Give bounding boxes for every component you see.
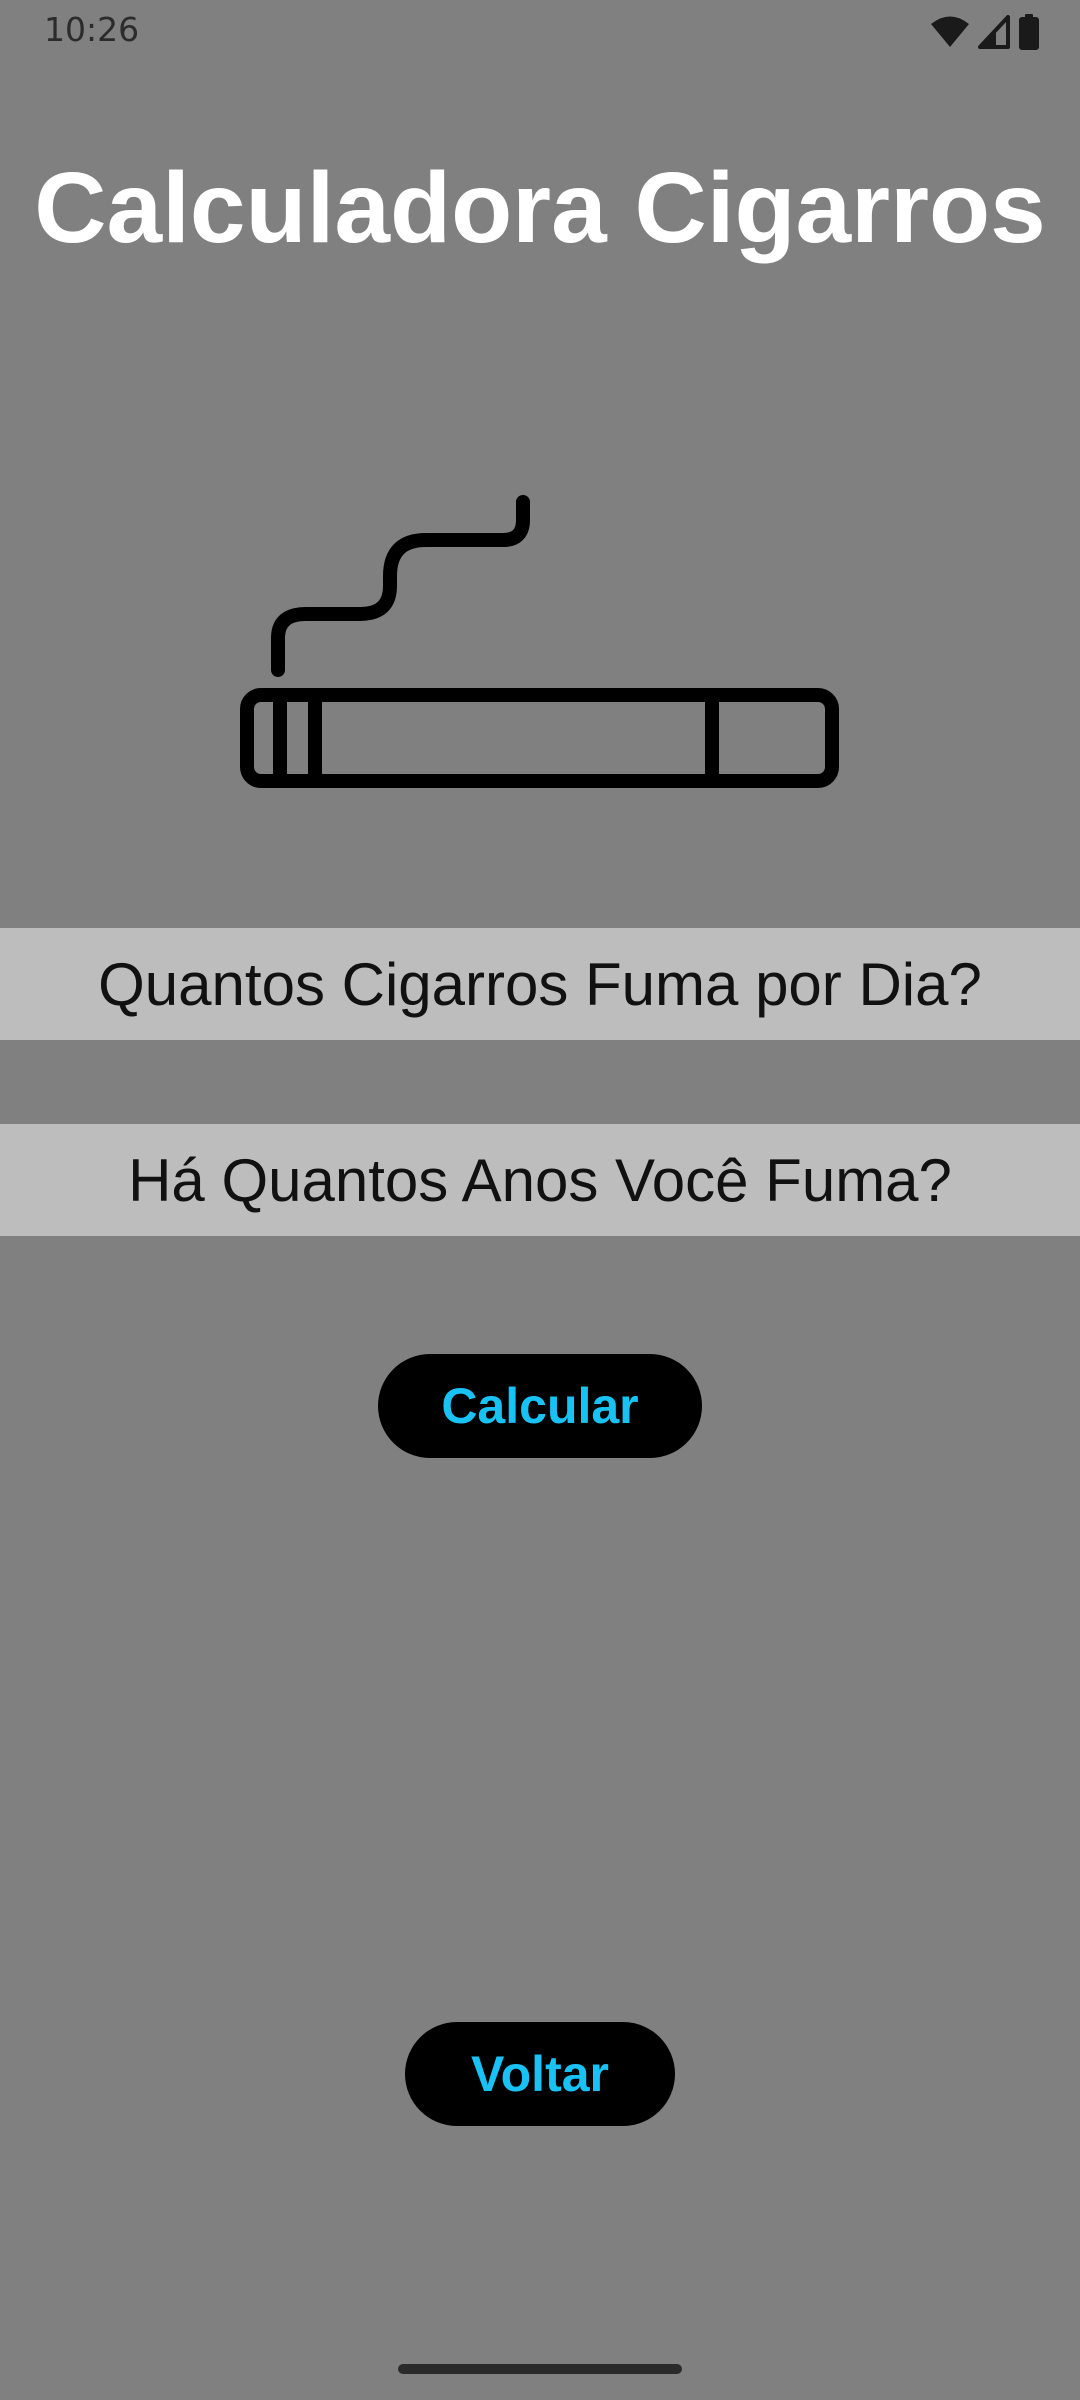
back-button[interactable]: Voltar	[405, 2022, 675, 2126]
calculate-button[interactable]: Calcular	[378, 1354, 702, 1458]
page-title: Calculadora Cigarros	[34, 152, 1046, 264]
status-bar: 10:26	[0, 0, 1080, 62]
years-smoking-input[interactable]	[0, 1124, 1080, 1236]
battery-icon	[1019, 14, 1039, 50]
status-icons	[930, 12, 1040, 52]
home-indicator[interactable]	[398, 2364, 682, 2374]
cigarettes-per-day-input[interactable]	[0, 928, 1080, 1040]
wifi-icon	[931, 16, 969, 47]
status-time: 10:26	[44, 10, 140, 49]
signal-icon	[978, 15, 1010, 49]
cigarette-icon	[240, 495, 839, 788]
